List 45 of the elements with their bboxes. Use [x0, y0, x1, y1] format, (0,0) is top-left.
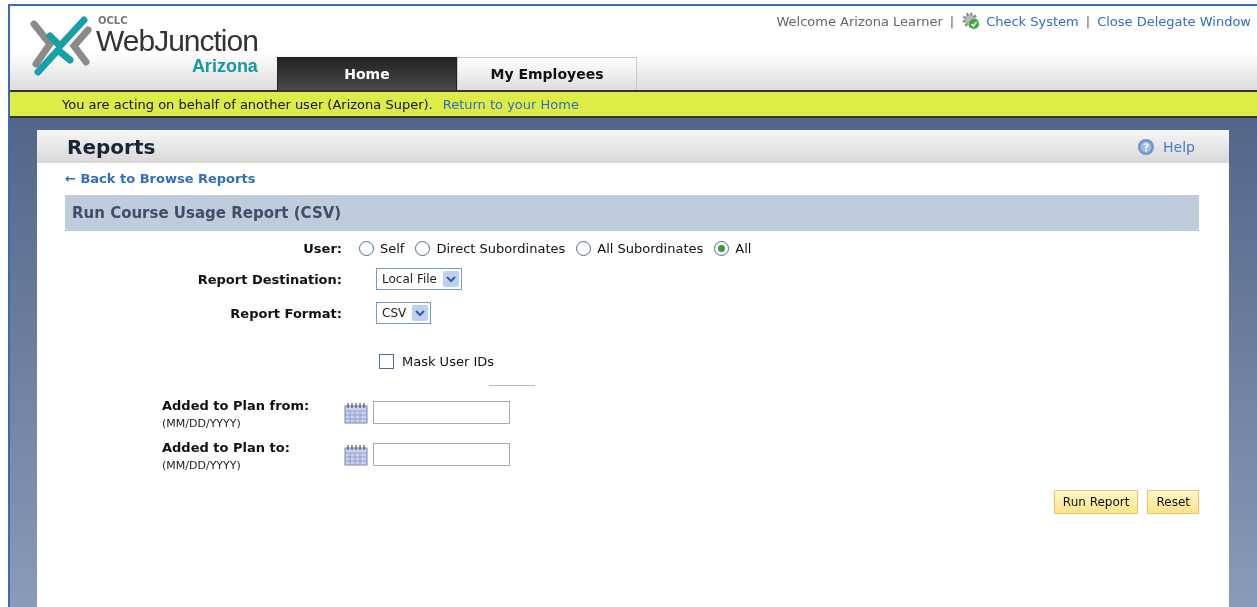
dropdown[interactable]: CSV: [376, 302, 432, 324]
form-button[interactable]: Reset: [1147, 490, 1199, 514]
radio-option[interactable]: Self: [359, 241, 405, 256]
calendar-icon[interactable]: [344, 444, 368, 466]
field-label: Added to Plan from:: [162, 398, 311, 413]
welcome-text: Welcome Arizona Learner: [776, 13, 943, 29]
chevron-down-icon: [443, 271, 459, 287]
radio-option[interactable]: All: [714, 241, 752, 256]
date-format-hint: (MM/DD/YYYY): [162, 417, 242, 430]
return-home-link[interactable]: Return to your Home: [442, 96, 579, 112]
back-link[interactable]: ← Back to Browse Reports: [65, 171, 1199, 186]
header-link[interactable]: Check System: [986, 13, 1079, 29]
nav-tab[interactable]: Home: [277, 57, 457, 90]
field-label: User:: [302, 241, 342, 256]
radio-option[interactable]: Direct Subordinates: [415, 241, 566, 256]
checkbox-option[interactable]: Mask User IDs: [379, 354, 1199, 369]
radio-button[interactable]: [576, 241, 592, 256]
checkbox[interactable]: [379, 354, 394, 369]
field-label: Report Format:: [229, 305, 342, 321]
gear-check-icon: [961, 11, 982, 31]
page-title: Reports: [67, 134, 156, 159]
logo-org: OCLC: [98, 16, 129, 26]
radio-button[interactable]: [415, 241, 431, 256]
dropdown[interactable]: Local File: [376, 268, 462, 290]
chevron-down-icon: [412, 305, 429, 321]
separator: |: [949, 13, 955, 29]
field-label: Added to Plan to:: [162, 440, 291, 455]
date-field[interactable]: [373, 443, 510, 466]
logo-icon: [28, 14, 94, 78]
nav-tab[interactable]: My Employees: [457, 57, 637, 90]
date-format-hint: (MM/DD/YYYY): [162, 459, 242, 472]
delegate-notice: You are acting on behalf of another user (Arizona Super).: [62, 96, 433, 112]
header-link[interactable]: Close Delegate Window: [1097, 13, 1251, 29]
date-field[interactable]: [373, 401, 510, 424]
radio-button[interactable]: [359, 241, 374, 256]
radio-button[interactable]: [714, 241, 730, 256]
section-header: Run Course Usage Report (CSV): [65, 195, 1199, 231]
logo-region: Arizona: [191, 56, 258, 76]
form-button[interactable]: Run Report: [1053, 490, 1139, 514]
separator: |: [1085, 13, 1091, 29]
logo-name: WebJunction: [96, 26, 258, 56]
help-icon: [1137, 137, 1156, 156]
field-label: Report Destination:: [196, 271, 342, 287]
calendar-icon[interactable]: [344, 402, 368, 424]
radio-option[interactable]: All Subordinates: [576, 241, 704, 256]
